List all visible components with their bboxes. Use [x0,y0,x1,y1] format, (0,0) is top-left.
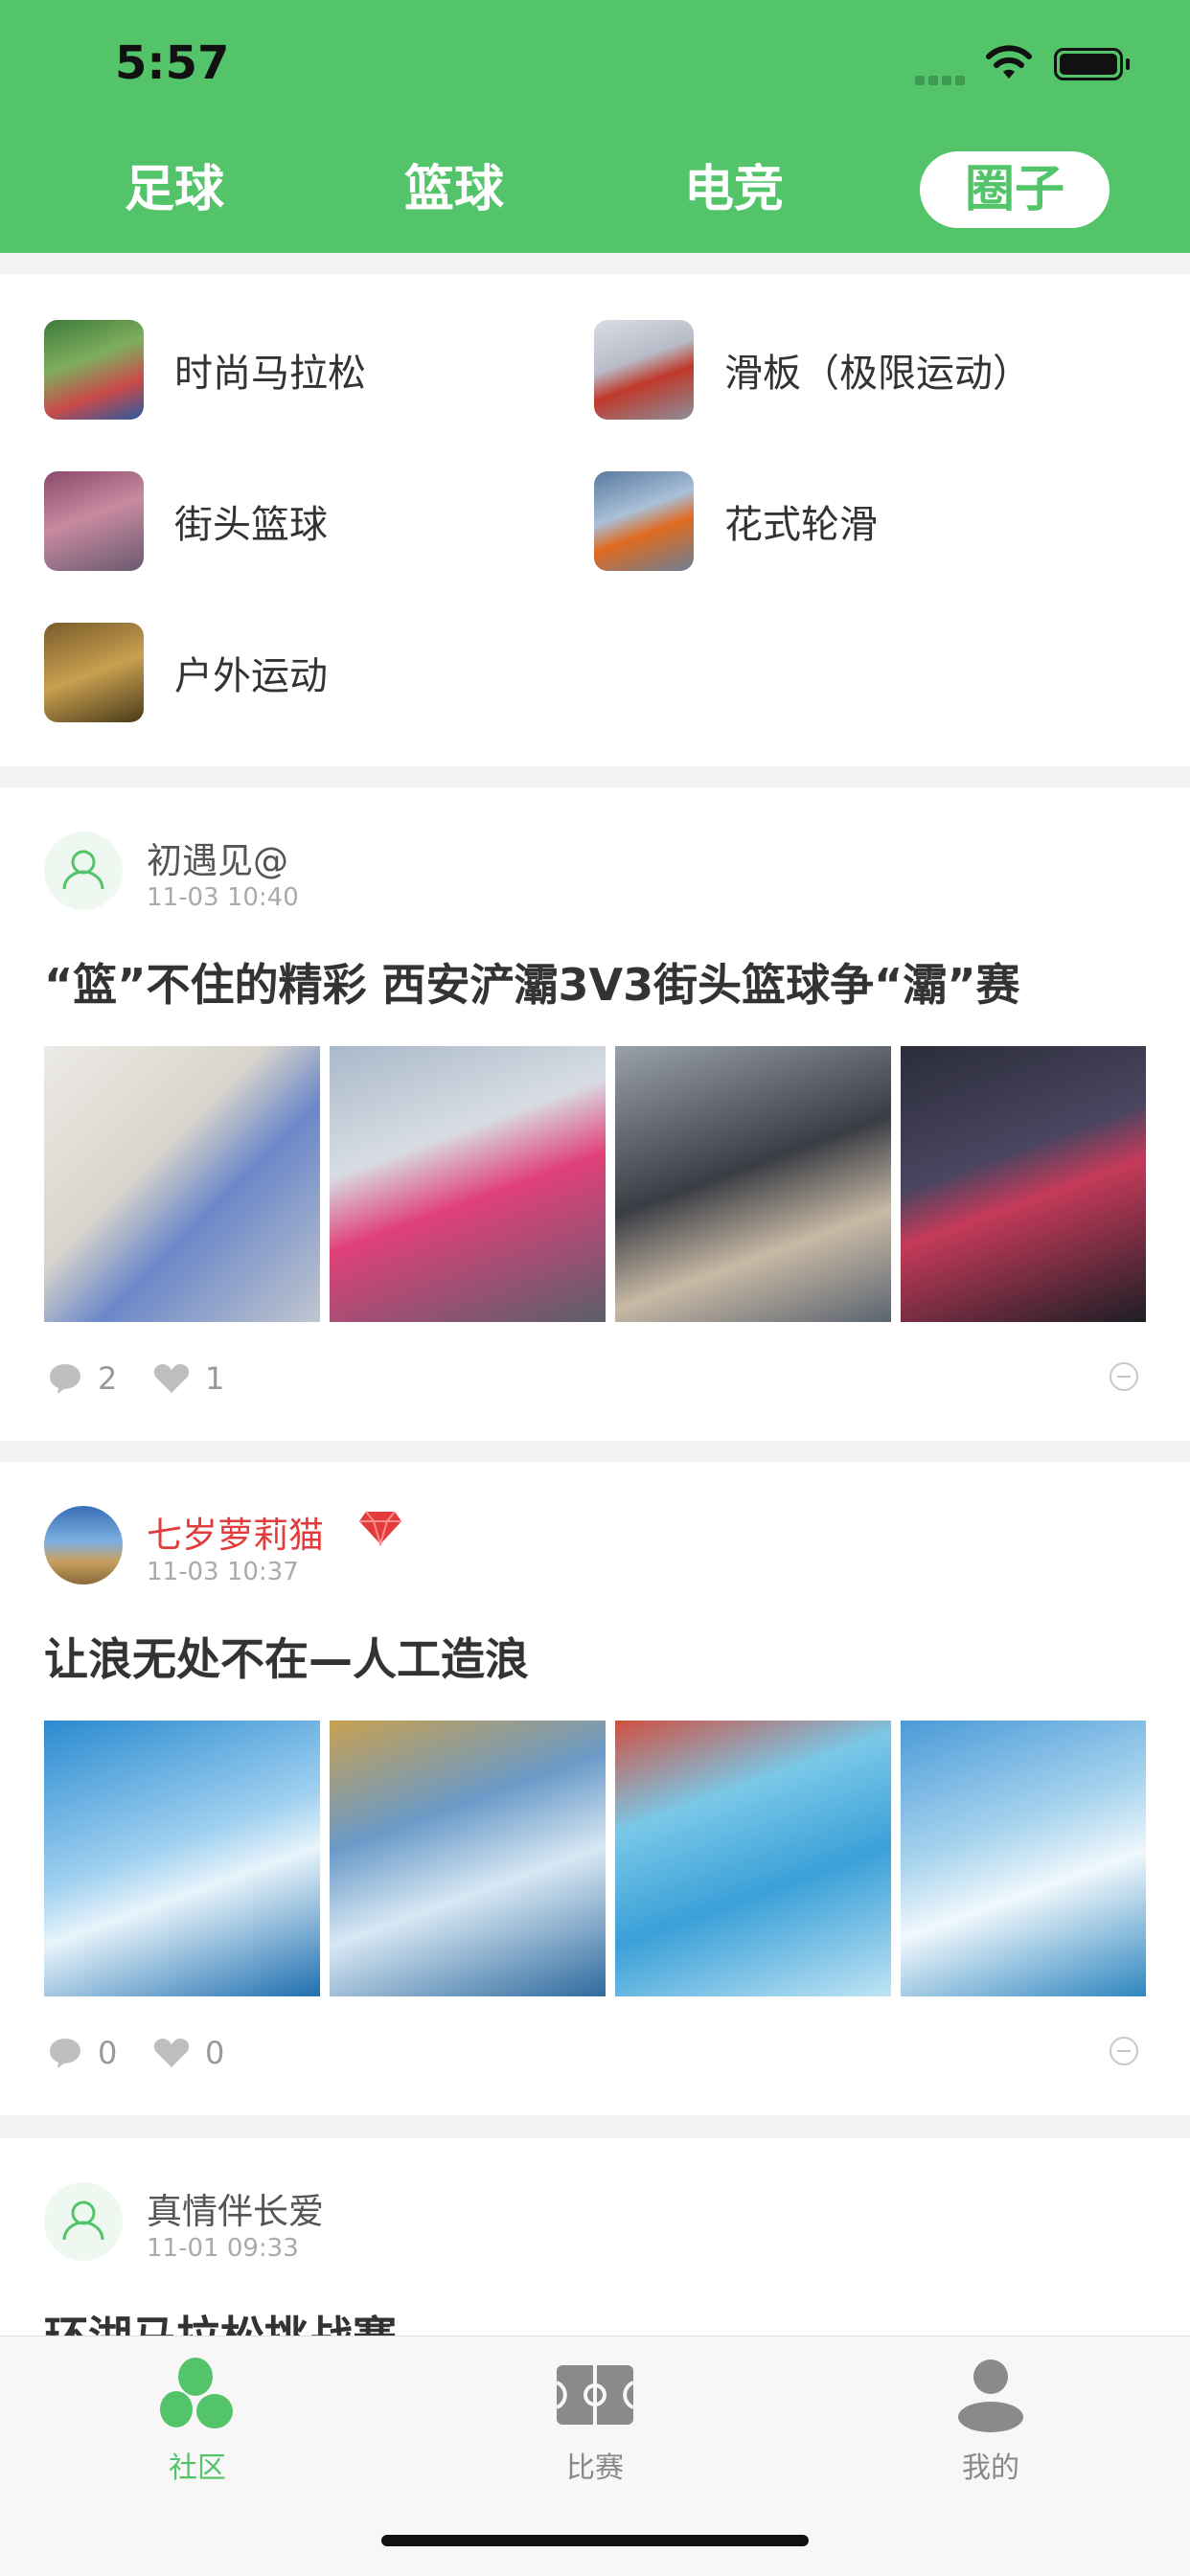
post-timestamp: 11-03 10:37 [147,1558,299,1586]
profile-icon [958,2359,1023,2432]
cellular-signal-icon [915,71,969,89]
like-count-value: 0 [205,2035,225,2071]
top-tab-bar: 足球 篮球 电竞 圈子 [0,151,1190,228]
heart-icon [153,1364,190,1393]
community-icon [160,2358,233,2428]
surf-photo-2[interactable] [330,1721,606,1996]
circles-grid: 时尚马拉松 滑板（极限运动） 街头篮球 花式轮滑 户外运动 [0,274,1190,766]
post-photo-row [44,1721,1146,1996]
tab-label: 我的 [962,2451,1019,2485]
circle-item-outdoor[interactable]: 户外运动 [44,623,328,722]
post-card[interactable]: 七岁萝莉猫 11-03 10:37 让浪无处不在—人工造浪 0 0 [0,1462,1190,2115]
tab-label: 社区 [169,2451,226,2485]
battery-nub [1126,58,1130,70]
post-card[interactable]: 初遇见@ 11-03 10:40 “篮”不住的精彩 西安浐灞3V3街头篮球争“灞… [0,787,1190,1441]
tab-label: 比赛 [566,2451,624,2485]
avatar[interactable] [44,2182,123,2261]
vip-diamond-icon [359,1511,401,1546]
basketball-photo-2[interactable] [330,1046,606,1322]
tab-football[interactable]: 足球 [98,151,251,228]
circle-item-skateboard[interactable]: 滑板（极限运动） [594,320,1031,420]
comment-count-value: 2 [98,1360,118,1397]
marathon-thumbnail [44,320,144,420]
surf-photo-3[interactable] [615,1721,891,1996]
comment-count[interactable]: 0 [48,2035,117,2071]
collapse-icon[interactable] [1110,2037,1138,2065]
tab-match[interactable]: 比赛 [499,2356,691,2486]
tab-community[interactable]: 社区 [102,2356,293,2486]
post-username[interactable]: 真情伴长爱 [147,2182,324,2234]
surf-photo-4[interactable] [901,1721,1146,1996]
like-count[interactable]: 0 [153,2035,224,2071]
post-timestamp: 11-03 10:40 [147,883,299,912]
like-count[interactable]: 1 [153,1360,224,1397]
heart-icon [153,2039,190,2067]
comment-count-value: 0 [98,2035,118,2071]
avatar[interactable] [44,832,123,910]
comment-bubble-icon [50,1364,80,1394]
basketball-photo-3[interactable] [615,1046,891,1322]
comment-bubble-icon [50,2039,80,2068]
post-photo-row [44,1046,1146,1322]
tab-basketball[interactable]: 篮球 [378,151,531,228]
post-timestamp: 11-01 09:33 [147,2234,299,2263]
basketball-photo-1[interactable] [44,1046,320,1322]
circle-item-street-basketball[interactable]: 街头篮球 [44,471,328,571]
default-user-icon [62,2200,104,2241]
post-title[interactable]: 让浪无处不在—人工造浪 [44,1625,529,1688]
tab-esports[interactable]: 电竞 [657,151,811,228]
street-basketball-thumbnail [44,471,144,571]
circle-name: 时尚马拉松 [174,352,366,396]
skateboard-thumbnail [594,320,694,420]
circle-item-rollerskate[interactable]: 花式轮滑 [594,471,878,571]
post-title[interactable]: “篮”不住的精彩 西安浐灞3V3街头篮球争“灞”赛 [44,950,1020,1014]
circle-name: 户外运动 [174,654,328,698]
home-indicator[interactable] [381,2535,809,2546]
tab-circles[interactable]: 圈子 [920,151,1110,228]
basketball-photo-4[interactable] [901,1046,1146,1322]
post-username[interactable]: 七岁萝莉猫 [147,1506,324,1558]
status-time: 5:57 [115,36,230,90]
circle-name: 花式轮滑 [724,503,878,547]
circle-item-marathon[interactable]: 时尚马拉松 [44,320,366,420]
default-user-icon [62,850,104,890]
surf-photo-1[interactable] [44,1721,320,1996]
avatar[interactable] [44,1506,123,1584]
top-header: 5:57 足球 篮球 电竞 圈子 [0,0,1190,253]
circle-name: 街头篮球 [174,503,328,547]
rollerskate-thumbnail [594,471,694,571]
outdoor-thumbnail [44,623,144,722]
wifi-icon [986,45,1032,79]
tab-profile[interactable]: 我的 [895,2356,1087,2486]
battery-icon [1054,48,1123,80]
comment-count[interactable]: 2 [48,1360,117,1397]
post-username[interactable]: 初遇见@ [147,832,288,883]
match-icon [556,2365,634,2425]
like-count-value: 1 [205,1360,225,1397]
collapse-icon[interactable] [1110,1362,1138,1391]
circle-name: 滑板（极限运动） [724,352,1031,396]
